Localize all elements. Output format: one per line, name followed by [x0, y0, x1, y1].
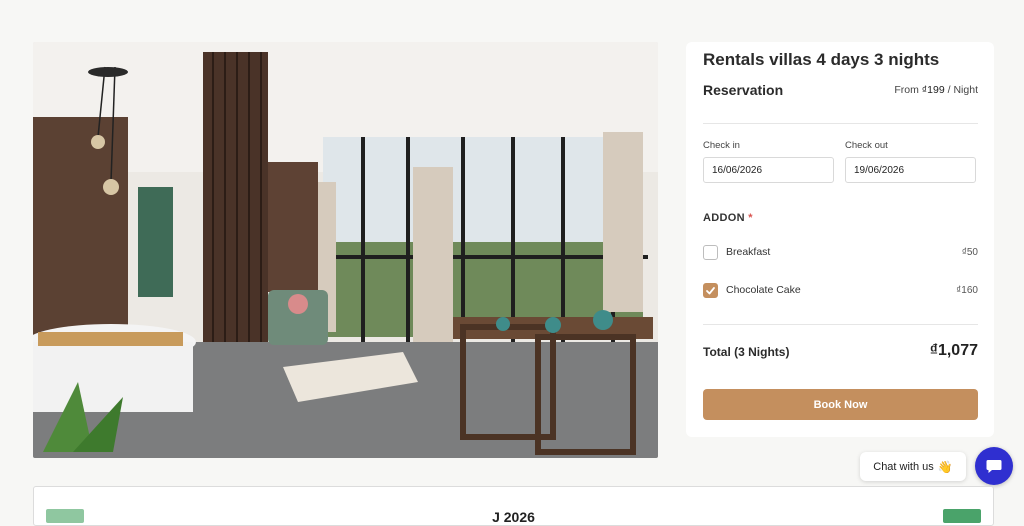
next-month-button[interactable] [943, 509, 981, 523]
villa-interior-image [33, 42, 658, 458]
check-out-label: Check out [845, 140, 888, 151]
reservation-heading: Reservation [703, 82, 784, 98]
breakfast-checkbox[interactable] [703, 244, 718, 260]
divider [703, 324, 978, 325]
addon-price: ₫50 [961, 246, 978, 258]
addon-name: Chocolate Cake [726, 284, 801, 296]
calendar-month-title: J 2026 [492, 509, 535, 525]
total-label: Total (3 Nights) [703, 345, 790, 359]
total-value: ₫1,077 [929, 342, 978, 359]
price-per-night: From ₫199 / Night [894, 84, 978, 96]
addon-title: ADDON [703, 212, 745, 224]
check-in-value: 16/06/2026 [712, 164, 763, 176]
book-now-button[interactable]: Book Now [703, 389, 978, 420]
listing-title: Rentals villas 4 days 3 nights [703, 50, 940, 69]
calendar-panel: J 2026 [33, 486, 994, 526]
from-price: ₫199 [921, 84, 945, 96]
checkmark-icon [706, 286, 715, 294]
addon-item-chocolate-cake[interactable]: Chocolate Cake ₫160 [703, 281, 978, 299]
chat-icon [986, 460, 1002, 473]
wave-emoji: 👋 [937, 459, 953, 474]
chat-bubble-text: Chat with us [873, 460, 934, 473]
check-in-field[interactable]: 16/06/2026 [703, 157, 834, 183]
check-out-field[interactable]: 19/06/2026 [845, 157, 976, 183]
check-in-label: Check in [703, 140, 740, 151]
divider [703, 123, 978, 124]
chat-launcher-button[interactable] [975, 447, 1013, 485]
addon-price: ₫160 [956, 284, 978, 296]
addon-item-breakfast[interactable]: Breakfast ₫50 [703, 243, 978, 261]
check-out-value: 19/06/2026 [854, 164, 905, 176]
from-prefix: From [894, 84, 919, 96]
addon-name: Breakfast [726, 246, 771, 258]
required-mark: * [748, 212, 753, 224]
addon-heading: ADDON * [703, 212, 753, 224]
chocolate-cake-checkbox[interactable] [703, 282, 718, 298]
villa-photo [33, 42, 658, 458]
booking-card: Rentals villas 4 days 3 nights Reservati… [686, 42, 994, 437]
chat-bubble[interactable]: Chat with us 👋 [860, 452, 966, 481]
from-suffix: / Night [947, 84, 978, 96]
